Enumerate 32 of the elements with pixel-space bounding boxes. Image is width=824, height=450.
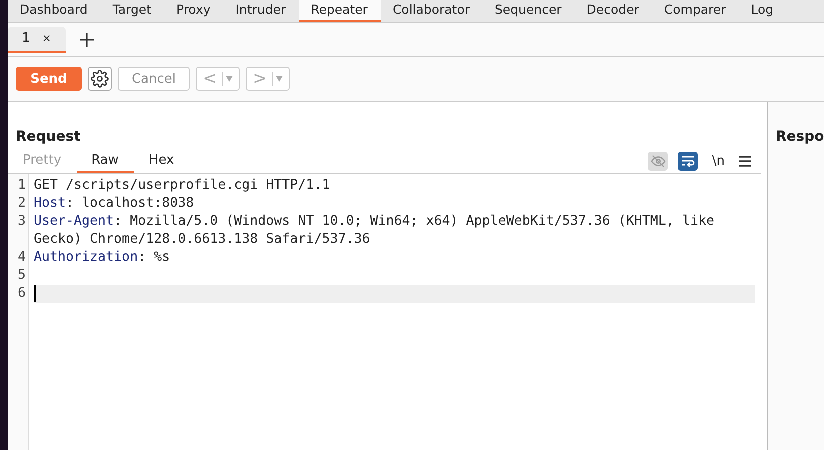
line-number: 6 <box>16 285 27 303</box>
main-tab[interactable]: Repeater <box>299 0 381 22</box>
close-icon[interactable]: × <box>42 32 52 45</box>
line-number: 4 <box>16 249 27 267</box>
line-number: 5 <box>16 267 27 285</box>
panel-title: Request <box>15 128 82 147</box>
code-line: Host: localhost:8038 <box>34 195 196 213</box>
settings-icon <box>91 70 109 88</box>
settings-button[interactable] <box>88 67 112 91</box>
code-line: GET /scripts/userprofile.cgi HTTP/1.1 <box>34 177 332 195</box>
main-tab[interactable]: Target <box>100 0 164 22</box>
main-tab[interactable]: Dashboard <box>8 0 101 22</box>
main-tab[interactable]: Sequencer <box>483 0 575 22</box>
code-line: Authorization: %s <box>34 249 172 267</box>
request-tab[interactable]: 1 × <box>8 26 66 52</box>
line-number: 3 <box>16 213 27 231</box>
line-number: 1 <box>16 177 27 195</box>
eye-slash-icon[interactable] <box>648 152 668 170</box>
line-number: 2 <box>16 195 27 213</box>
wrap-lines-icon[interactable] <box>678 152 698 170</box>
main-tab[interactable]: Collaborator <box>380 0 483 22</box>
newline-toggle[interactable]: \n <box>708 154 729 168</box>
menu-icon[interactable] <box>739 156 751 166</box>
code-line: User-Agent: Mozilla/5.0 (Windows NT 10.0; Win64; x64) AppleWebKit/537.36 (KHTML, like Gecko) Chrome/128.0.6613.138 Safari/537.36 <box>34 213 716 249</box>
main-tab[interactable]: Log <box>739 0 787 22</box>
main-tab[interactable]: Proxy <box>164 0 224 22</box>
main-tab[interactable]: Decoder <box>574 0 652 22</box>
panel-title: Respo <box>775 128 824 147</box>
main-tab[interactable]: Intruder <box>224 0 300 22</box>
main-tab[interactable]: Comparer <box>652 0 740 22</box>
text-cursor <box>34 285 36 302</box>
view-tab[interactable]: Hex <box>134 150 190 172</box>
